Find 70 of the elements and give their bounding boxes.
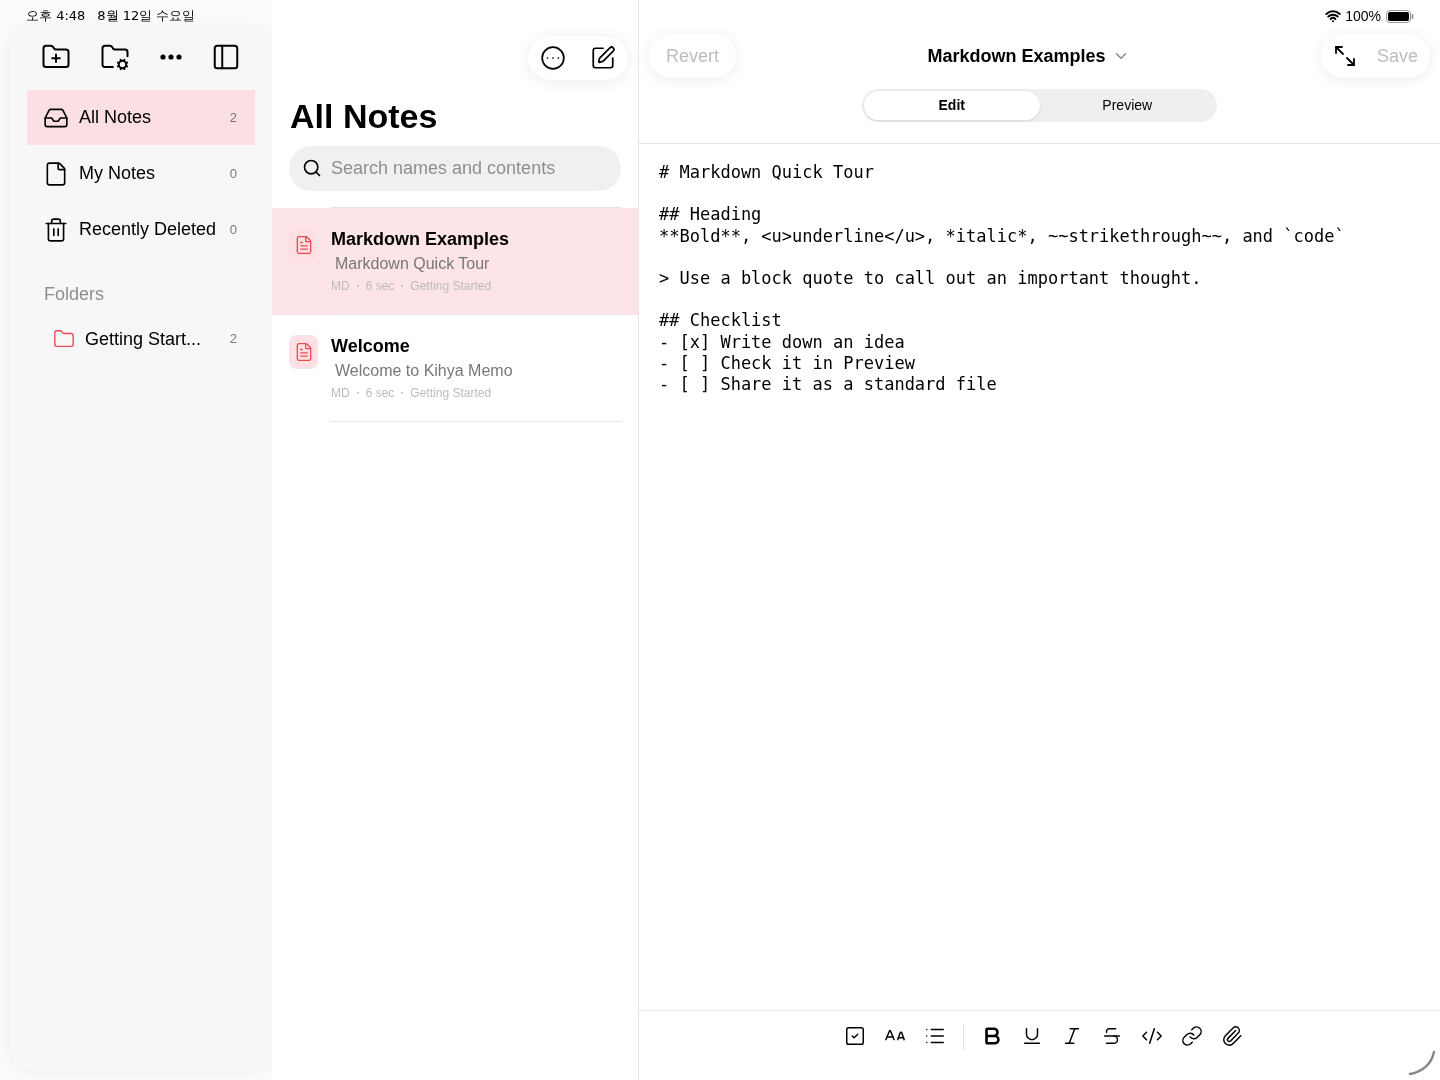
folder-label: Getting Start... [85, 327, 203, 351]
resize-handle-icon[interactable] [1408, 1050, 1436, 1076]
note-file-icon [289, 335, 318, 369]
note-title: Welcome [331, 335, 411, 357]
search-field[interactable]: Search names and contents [289, 146, 621, 191]
editor-line: ## Heading [659, 204, 762, 225]
folder-icon [53, 328, 75, 350]
note-title: Markdown Examples [331, 228, 510, 250]
mode-tab[interactable]: Edit [864, 91, 1040, 120]
note-format: MD [331, 385, 350, 402]
editor-line: > Use a block quote to call out an important thought. [659, 267, 1202, 288]
note-row[interactable]: Welcome Welcome to Kihya Memo MD 6 sec Getting Started [272, 315, 638, 422]
folder-gear-icon [100, 42, 131, 72]
folder-count: 2 [229, 330, 237, 349]
search-icon [302, 158, 322, 178]
editor-line: - [ ] Share it as a standard file [659, 373, 997, 394]
note-age: 6 sec [365, 278, 395, 295]
more-options-button[interactable] [540, 45, 566, 71]
document-title-menu[interactable]: Markdown Examples [927, 42, 1130, 70]
folder-item[interactable]: Getting Start... 2 [27, 318, 255, 360]
mode-tab[interactable]: Preview [1039, 91, 1215, 120]
editor-line: # Markdown Quick Tour [659, 162, 874, 182]
expand-button[interactable] [1332, 44, 1357, 68]
folders-heading: Folders [44, 283, 106, 306]
strikethrough-icon [1101, 1025, 1123, 1047]
sidebar-item[interactable]: All Notes 2 [27, 90, 255, 145]
editor-line: ## Checklist [659, 310, 782, 331]
wifi-icon [1325, 8, 1342, 24]
code-icon [1141, 1025, 1163, 1047]
checkbox-button[interactable] [843, 1024, 867, 1048]
sidebar-icon [211, 42, 241, 72]
sidebar-item-label: My Notes [79, 162, 157, 185]
more-button[interactable] [159, 54, 182, 60]
status-time: 오후 4:48 [26, 7, 86, 26]
folder-settings-button[interactable] [100, 42, 131, 72]
ellipsis-icon [159, 54, 182, 60]
status-date: 8월 12일 수요일 [97, 7, 196, 26]
sidebar-item-count: 0 [229, 220, 237, 239]
ellipsis-circle-icon [540, 45, 566, 71]
editor-line: - [ ] Check it in Preview [659, 352, 915, 373]
note-folder: Getting Started [410, 385, 492, 402]
sidebar-toggle-button[interactable] [211, 42, 241, 72]
note-file-icon [289, 228, 318, 262]
battery-percent: 100% [1345, 6, 1381, 26]
sidebar-item-count: 0 [229, 164, 237, 183]
underline-icon [1021, 1025, 1043, 1047]
editor-line: - [x] Write down an idea [659, 331, 905, 352]
sidebar-item-label: Recently Deleted [79, 218, 218, 241]
link-button[interactable] [1180, 1024, 1204, 1048]
sidebar-item[interactable]: Recently Deleted 0 [27, 202, 255, 257]
note-preview: Welcome to Kihya Memo [335, 361, 513, 381]
note-folder: Getting Started [410, 278, 492, 295]
paperclip-button[interactable] [1220, 1024, 1244, 1048]
compose-icon [590, 45, 616, 71]
compose-button[interactable] [590, 45, 616, 71]
editor-line: **Bold**, <u>underline</u>, *italic*, ~~strikethrough~~, and `code` [659, 225, 1345, 246]
sidebar-item-label: All Notes [79, 106, 153, 129]
sidebar-item[interactable]: My Notes 0 [27, 146, 255, 201]
link-icon [1181, 1025, 1203, 1047]
note-format: MD [331, 278, 350, 295]
battery-icon [1386, 9, 1414, 23]
sidebar-item-count: 2 [229, 108, 237, 127]
expand-icon [1332, 44, 1357, 68]
list-title: All Notes [290, 96, 439, 136]
note-preview: Markdown Quick Tour [335, 254, 491, 274]
checkbox-icon [844, 1025, 866, 1047]
paperclip-icon [1221, 1025, 1243, 1047]
trash-icon [43, 216, 69, 243]
note-row[interactable]: Markdown Examples Markdown Quick Tour MD 6 sec Getting Started [272, 208, 638, 315]
note-age: 6 sec [365, 385, 395, 402]
